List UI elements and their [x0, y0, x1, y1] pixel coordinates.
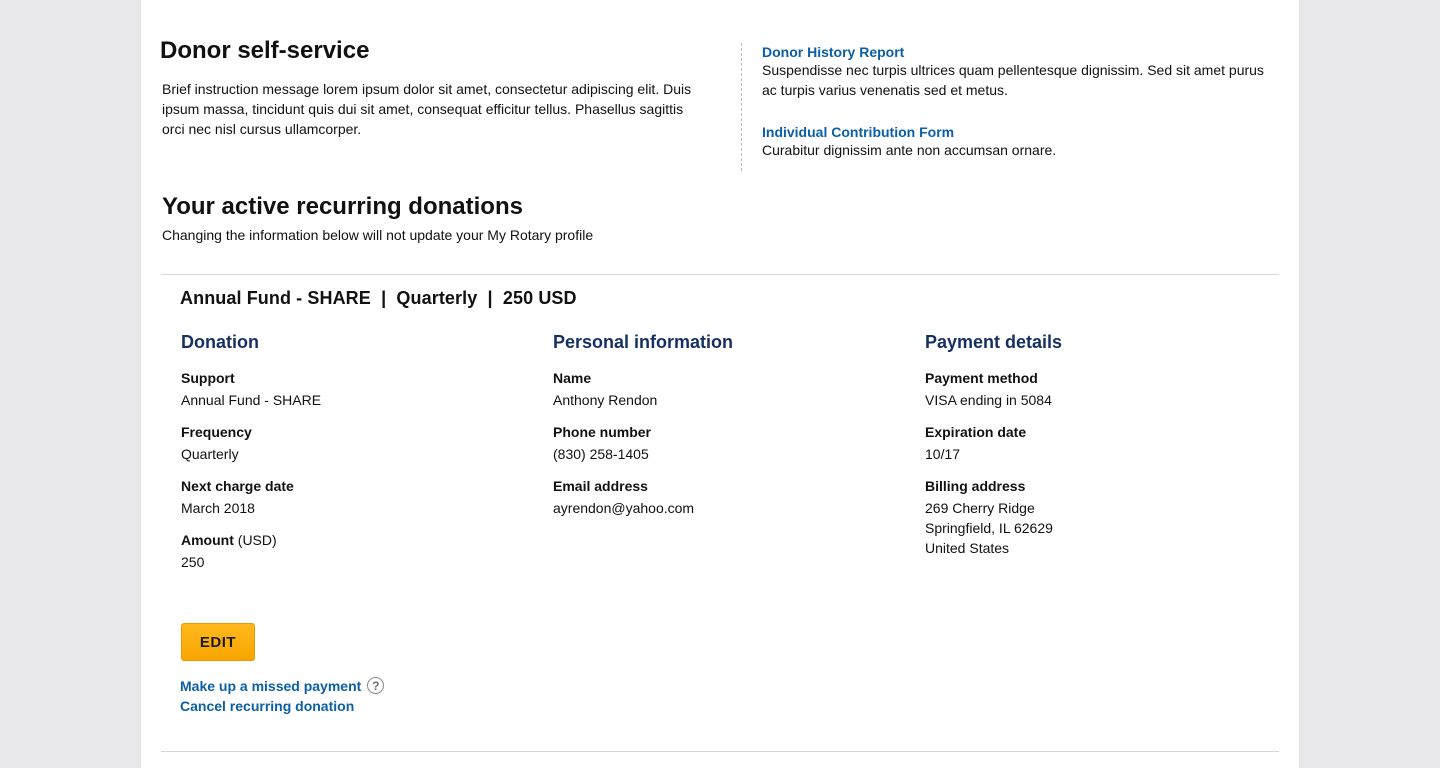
section-title: Your active recurring donations: [162, 193, 523, 220]
payment-details-heading: Payment details: [925, 332, 1063, 352]
payment-details-column: Payment details Payment method VISA endi…: [925, 332, 1265, 558]
card-bottom-divider: [161, 751, 1279, 752]
section-subtitle: Changing the information below will not …: [162, 227, 594, 243]
amount-unit: (USD): [233, 532, 277, 548]
make-up-missed-payment-link[interactable]: Make up a missed payment: [180, 678, 361, 694]
personal-info-column: Personal information Name Anthony Rendon…: [553, 332, 893, 518]
donation-summary: Annual Fund - SHARE | Quarterly | 250 US…: [180, 288, 577, 308]
amount-label: Amount (USD): [181, 532, 521, 548]
amount-value: 250: [181, 554, 205, 570]
donor-history-report-link[interactable]: Donor History Report: [762, 44, 1282, 60]
billing-address-label: Billing address: [925, 478, 1026, 494]
resource-donor-history: Donor History Report Suspendisse nec tur…: [762, 44, 1282, 100]
main-panel: Donor self-service Brief instruction mes…: [141, 0, 1299, 768]
cancel-recurring-donation-link[interactable]: Cancel recurring donation: [180, 698, 354, 714]
support-value: Annual Fund - SHARE: [181, 392, 322, 408]
frequency-value: Quarterly: [181, 446, 239, 462]
missed-payment-row: Make up a missed payment ?: [180, 677, 385, 694]
donation-heading: Donation: [181, 332, 259, 352]
donation-column: Donation Support Annual Fund - SHARE Fre…: [181, 332, 521, 572]
expiration-value: 10/17: [925, 446, 961, 462]
email-label: Email address: [553, 478, 648, 494]
donor-history-description: Suspendisse nec turpis ultrices quam pel…: [762, 62, 1264, 98]
page-title: Donor self-service: [160, 37, 370, 64]
payment-method-value: VISA ending in 5084: [925, 392, 1052, 408]
billing-address-line1: 269 Cherry Ridge: [925, 500, 1035, 516]
expiration-label: Expiration date: [925, 424, 1027, 440]
billing-address-line3: United States: [925, 540, 1010, 556]
name-value: Anthony Rendon: [553, 392, 658, 408]
resource-contribution-form: Individual Contribution Form Curabitur d…: [762, 124, 1282, 160]
contribution-form-description: Curabitur dignissim ante non accumsan or…: [762, 142, 1057, 158]
edit-button[interactable]: EDIT: [181, 623, 255, 661]
intro-text: Brief instruction message lorem ipsum do…: [162, 81, 692, 137]
next-charge-label: Next charge date: [181, 478, 294, 494]
email-value: ayrendon@yahoo.com: [553, 500, 695, 516]
phone-label: Phone number: [553, 424, 652, 440]
payment-method-label: Payment method: [925, 370, 1038, 386]
vertical-divider: [741, 43, 742, 171]
name-label: Name: [553, 370, 592, 386]
individual-contribution-form-link[interactable]: Individual Contribution Form: [762, 124, 1282, 140]
help-icon[interactable]: ?: [367, 677, 385, 694]
billing-address-line2: Springfield, IL 62629: [925, 520, 1053, 536]
amount-label-text: Amount: [181, 532, 234, 548]
card-top-divider: [161, 274, 1279, 275]
personal-info-heading: Personal information: [553, 332, 734, 352]
phone-value: (830) 258-1405: [553, 446, 649, 462]
next-charge-value: March 2018: [181, 500, 255, 516]
support-label: Support: [181, 370, 235, 386]
frequency-label: Frequency: [181, 424, 252, 440]
